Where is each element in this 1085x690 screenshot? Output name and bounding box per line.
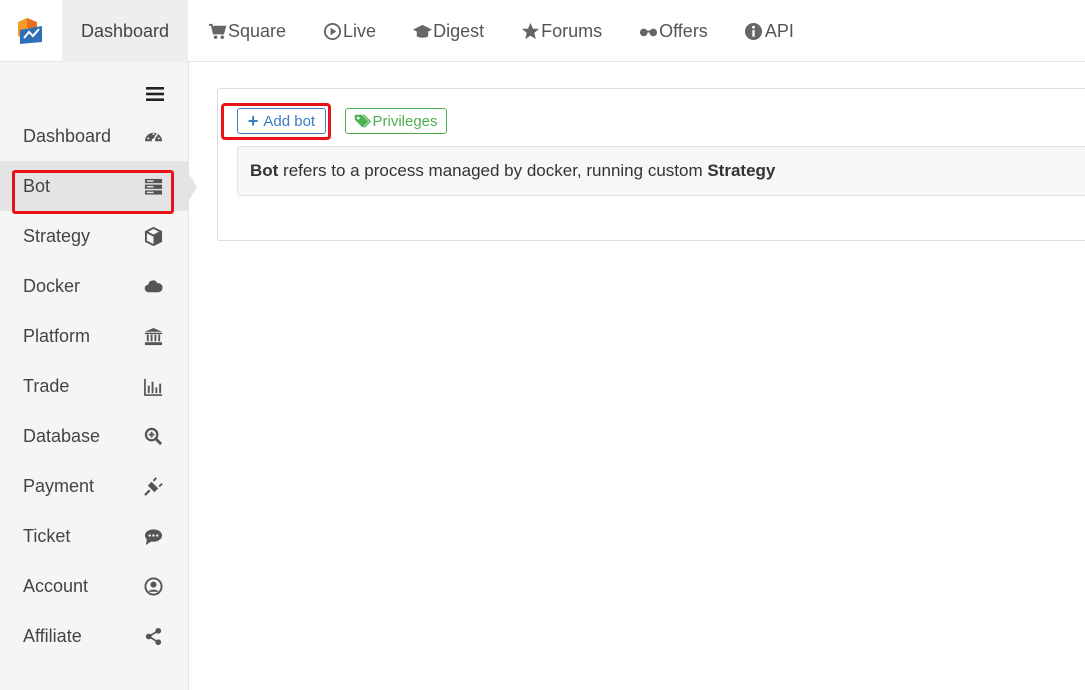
sidebar-item-docker[interactable]: Docker — [0, 261, 188, 311]
sidebar-item-label: Account — [23, 575, 89, 596]
nav-dashboard[interactable]: Dashboard — [62, 0, 188, 62]
sidebar-item-label: Docker — [23, 275, 81, 296]
add-bot-button[interactable]: + Add bot — [237, 108, 326, 134]
top-navbar: Dashboard Square Live Digest Forums Offe… — [0, 0, 1085, 62]
comment-icon — [143, 526, 164, 547]
sidebar-item-bot[interactable]: Bot — [0, 161, 188, 211]
menu-toggle-icon[interactable] — [146, 86, 164, 102]
active-item-pointer — [188, 172, 197, 202]
nav-forums[interactable]: Forums — [520, 0, 602, 62]
nav-dashboard-label: Dashboard — [80, 20, 170, 41]
bank-icon — [143, 326, 164, 347]
nav-square[interactable]: Square — [207, 0, 286, 62]
sidebar-item-strategy[interactable]: Strategy — [0, 211, 188, 261]
sidebar-item-label: Affiliate — [23, 625, 82, 646]
privileges-label: Privileges — [372, 112, 438, 130]
info-bold-strategy: Strategy — [707, 161, 776, 180]
nav-digest[interactable]: Digest — [412, 0, 484, 62]
cube-icon — [143, 226, 164, 247]
cloud-icon — [143, 276, 164, 297]
sidebar-item-label: Database — [23, 425, 101, 446]
sidebar-item-trade[interactable]: Trade — [0, 361, 188, 411]
info-circle-icon — [744, 21, 764, 41]
info-bold-bot: Bot — [250, 161, 279, 180]
nav-forums-label: Forums — [541, 20, 603, 41]
add-bot-label: Add bot — [263, 112, 316, 130]
sidebar-item-affiliate[interactable]: Affiliate — [0, 611, 188, 661]
bot-info-note: Bot refers to a process managed by docke… — [237, 146, 1085, 196]
sidebar-item-account[interactable]: Account — [0, 561, 188, 611]
info-text: refers to a process managed by docker, r… — [278, 161, 708, 180]
top-nav-links: Square Live Digest Forums Offers API — [207, 0, 830, 62]
dashboard-gauge-icon — [143, 126, 164, 147]
sidebar-item-payment[interactable]: Payment — [0, 461, 188, 511]
sidebar-item-database[interactable]: Database — [0, 411, 188, 461]
sidebar-item-label: Bot — [23, 175, 51, 196]
sidebar-item-dashboard[interactable]: Dashboard — [0, 111, 188, 161]
bar-chart-icon — [143, 376, 164, 397]
sidebar-item-label: Strategy — [23, 225, 91, 246]
share-icon — [143, 626, 164, 647]
nav-offers[interactable]: Offers — [638, 0, 708, 62]
server-icon — [143, 176, 164, 197]
graduation-cap-icon — [412, 21, 432, 41]
logo-icon[interactable] — [15, 16, 45, 46]
nav-api[interactable]: API — [744, 0, 794, 62]
tags-icon — [355, 113, 372, 128]
sidebar-item-platform[interactable]: Platform — [0, 311, 188, 361]
privileges-button[interactable]: Privileges — [345, 108, 447, 134]
sidebar-item-ticket[interactable]: Ticket — [0, 511, 188, 561]
nav-live-label: Live — [343, 20, 377, 41]
star-icon — [520, 21, 540, 41]
glasses-icon — [638, 21, 658, 41]
sidebar: Dashboard Bot Strategy Docker Platform T… — [0, 62, 197, 690]
play-circle-icon — [322, 21, 342, 41]
plug-icon — [143, 476, 164, 497]
nav-square-label: Square — [228, 20, 287, 41]
nav-api-label: API — [764, 20, 794, 41]
nav-digest-label: Digest — [433, 20, 485, 41]
search-plus-icon — [143, 426, 164, 447]
sidebar-item-label: Platform — [23, 325, 91, 346]
user-circle-icon — [143, 576, 164, 597]
plus-icon: + — [247, 111, 259, 131]
sidebar-item-label: Payment — [23, 475, 95, 496]
nav-live[interactable]: Live — [322, 0, 376, 62]
nav-offers-label: Offers — [659, 20, 708, 41]
sidebar-item-label: Trade — [23, 375, 70, 396]
sidebar-item-label: Dashboard — [23, 125, 112, 146]
sidebar-item-label: Ticket — [23, 525, 71, 546]
cart-icon — [207, 21, 227, 41]
